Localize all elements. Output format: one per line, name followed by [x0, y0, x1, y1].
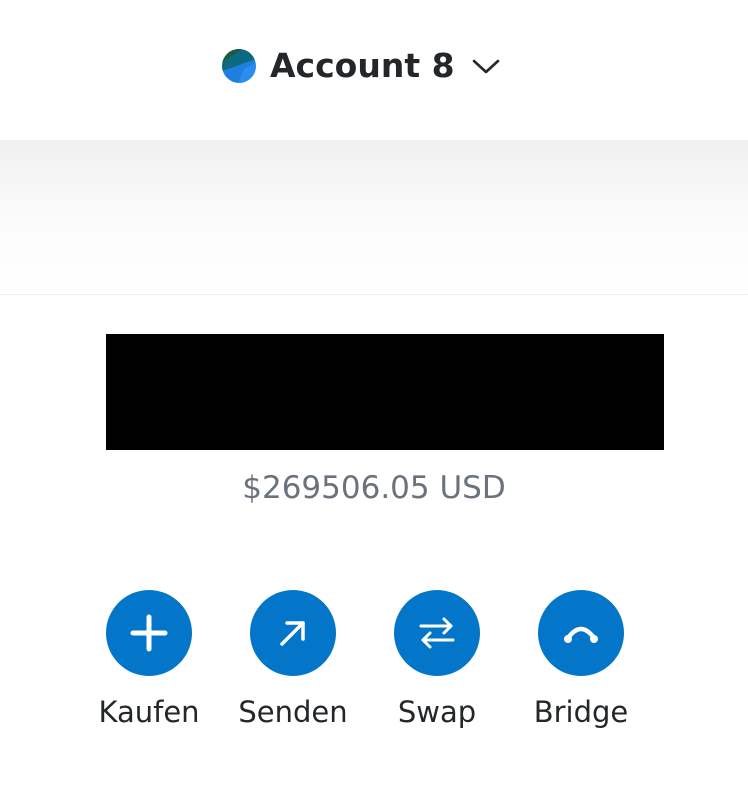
swap-button-circle[interactable]	[394, 590, 480, 676]
bridge-icon	[564, 626, 598, 643]
header-divider-band	[0, 140, 748, 295]
swap-arrows-icon	[419, 617, 455, 649]
send-button-label: Senden	[238, 695, 348, 729]
primary-balance-redacted	[106, 334, 664, 450]
account-picker-button[interactable]: Account 8	[222, 44, 501, 88]
bridge-button[interactable]: Bridge	[511, 590, 651, 732]
plus-icon	[130, 614, 168, 652]
buy-button[interactable]: Kaufen	[79, 590, 219, 732]
buy-button-circle[interactable]	[106, 590, 192, 676]
swap-button-label: Swap	[397, 695, 477, 729]
bridge-button-circle[interactable]	[538, 590, 624, 676]
account-name: Account 8	[270, 46, 455, 85]
app-header: Account 8	[0, 0, 748, 140]
send-button[interactable]: Senden	[223, 590, 363, 732]
bridge-button-label: Bridge	[533, 695, 629, 729]
wallet-overview: Account 8 $269506.05 USD Kaufen Senden S…	[0, 0, 748, 788]
chevron-down-icon	[472, 59, 499, 74]
arrow-up-right-icon	[280, 621, 305, 646]
buy-button-label: Kaufen	[98, 695, 200, 729]
fiat-balance: $269506.05 USD	[242, 470, 506, 506]
jazzicon-avatar-icon	[222, 49, 256, 83]
send-button-circle[interactable]	[250, 590, 336, 676]
swap-button[interactable]: Swap	[367, 590, 507, 732]
